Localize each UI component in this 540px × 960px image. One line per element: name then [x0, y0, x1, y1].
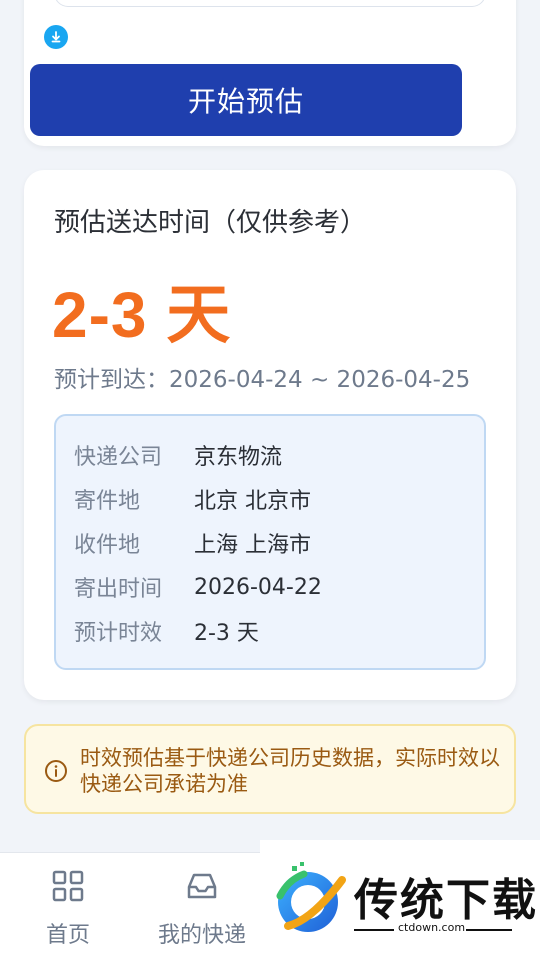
- watermark-rule-right: [466, 929, 512, 931]
- arrival-range: 预计到达：2026-04-24 ~ 2026-04-25: [54, 367, 471, 393]
- detail-row-duration: 预计时效 2-3 天: [74, 616, 259, 646]
- address-input-remnant[interactable]: [54, 0, 486, 7]
- detail-label: 收件地: [74, 533, 141, 558]
- grid-icon: [52, 870, 84, 902]
- detail-row-origin: 寄件地 北京 北京市: [74, 484, 311, 514]
- disclaimer-notice: 时效预估基于快递公司历史数据，实际时效以快递公司承诺为准: [24, 724, 516, 814]
- start-estimate-button[interactable]: 开始预估: [30, 64, 462, 136]
- result-title: 预估送达时间（仅供参考）: [54, 208, 367, 238]
- detail-row-send-date: 寄出时间 2026-04-22: [74, 572, 322, 603]
- tab-home[interactable]: 首页: [13, 853, 123, 960]
- detail-row-destination: 收件地 上海 上海市: [74, 528, 311, 558]
- detail-label: 寄件地: [74, 489, 141, 514]
- detail-label: 快递公司: [74, 445, 163, 470]
- watermark-rule-left: [354, 929, 394, 931]
- watermark-url: ctdown.com: [398, 921, 466, 934]
- disclaimer-text: 时效预估基于快递公司历史数据，实际时效以快递公司承诺为准: [80, 746, 500, 796]
- tab-label: 我的快递: [157, 923, 246, 948]
- detail-row-company: 快递公司 京东物流: [74, 440, 282, 470]
- inbox-icon: [187, 873, 217, 899]
- detail-value: 京东物流: [194, 445, 283, 470]
- detail-value: 2026-04-22: [194, 574, 322, 600]
- tab-label: 首页: [45, 923, 90, 948]
- detail-panel: 快递公司 京东物流 寄件地 北京 北京市 收件地 上海 上海市 寄出时间 202…: [54, 414, 486, 670]
- watermark: 传统下载 ctdown.com: [260, 840, 540, 960]
- detail-value: 上海 上海市: [194, 533, 311, 558]
- detail-value: 北京 北京市: [194, 489, 311, 514]
- detail-value: 2-3 天: [194, 621, 259, 646]
- watermark-brand: 传统下载: [354, 875, 538, 926]
- estimated-days: 2-3 天: [52, 279, 232, 351]
- watermark-logo-icon: [276, 862, 346, 932]
- info-icon: [45, 760, 67, 782]
- result-card: 预估送达时间（仅供参考） 2-3 天 预计到达：2026-04-24 ~ 202…: [24, 170, 516, 700]
- detail-label: 寄出时间: [74, 577, 163, 602]
- detail-label: 预计时效: [74, 621, 163, 646]
- download-icon[interactable]: [44, 25, 68, 49]
- tab-my-express[interactable]: 我的快递: [147, 853, 257, 960]
